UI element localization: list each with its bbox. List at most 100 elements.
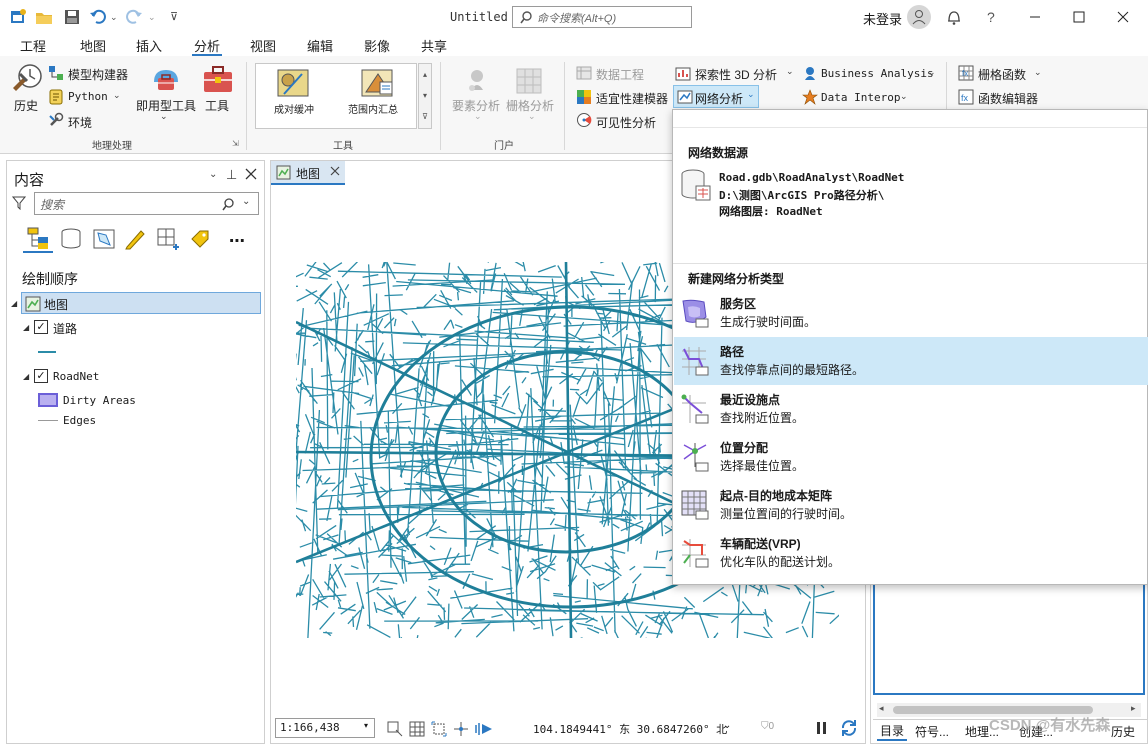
menu-item-closest-facility[interactable]: 最近设施点 查找附近位置。 (674, 385, 1148, 433)
open-project-icon[interactable] (34, 7, 54, 27)
undo-icon[interactable] (88, 7, 108, 27)
scrollbar-thumb[interactable] (893, 706, 1093, 714)
navigation-icon[interactable] (475, 721, 493, 737)
ready-tools-dropdown-icon[interactable]: ⌄ (160, 111, 168, 122)
list-by-snapping-icon[interactable] (156, 227, 180, 251)
pin-icon[interactable]: ⊥ (226, 167, 237, 183)
contents-search-input[interactable]: 搜索 ⌄ (34, 192, 259, 215)
history-button[interactable] (10, 62, 44, 94)
expand-layer-icon[interactable]: ◢ (23, 372, 29, 381)
suitability-modeler-button[interactable]: 适宜性建模器 (596, 90, 668, 107)
sign-in-status[interactable]: 未登录 (863, 9, 902, 28)
minimize-button[interactable] (1012, 0, 1058, 34)
pane-options-icon[interactable]: ⌄ (209, 169, 217, 180)
tab-imagery[interactable]: 影像 (364, 36, 390, 55)
exploratory-3d-dropdown-icon[interactable]: ⌄ (786, 66, 794, 77)
undo-dropdown-icon[interactable]: ⌄ (110, 12, 118, 23)
layer-visibility-checkbox[interactable]: ✓ (34, 369, 48, 383)
road-symbol[interactable] (38, 351, 56, 353)
tab-project[interactable]: 工程 (20, 36, 46, 55)
menu-item-vehicle-routing[interactable]: 车辆配送(VRP) 优化车队的配送计划。 (674, 529, 1148, 577)
filter-icon[interactable] (12, 196, 26, 210)
menu-item-location-allocation[interactable]: 位置分配 选择最佳位置。 (674, 433, 1148, 481)
refresh-icon[interactable] (839, 718, 859, 738)
tab-analysis[interactable]: 分析 (194, 36, 220, 55)
scroll-left-icon[interactable]: ◂ (879, 703, 884, 714)
function-editor-button[interactable]: 函数编辑器 (978, 90, 1038, 107)
redo-icon[interactable] (124, 7, 144, 27)
close-pane-icon[interactable] (245, 166, 257, 180)
geoprocessing-launcher-icon[interactable]: ⇲ (232, 139, 239, 148)
tab-edit[interactable]: 编辑 (307, 36, 333, 55)
data-engineering-button[interactable]: 数据工程 (596, 66, 644, 83)
raster-analysis-dropdown-icon[interactable]: ⌄ (528, 111, 536, 122)
extent-icon[interactable] (431, 721, 447, 737)
dirty-areas-symbol[interactable] (38, 393, 58, 407)
exploratory-3d-button[interactable]: 探索性 3D 分析 (695, 66, 777, 83)
network-analysis-button[interactable]: 网络分析 ⌄ (673, 85, 759, 108)
grid-icon[interactable] (409, 721, 425, 737)
new-project-icon[interactable] (8, 7, 28, 27)
scale-selector[interactable]: 1:166,438 ▾ (275, 718, 375, 738)
tab-view[interactable]: 视图 (250, 36, 276, 55)
business-analysis-button[interactable]: Business Analysis (821, 67, 934, 80)
source-path-gdb[interactable]: Road.gdb\RoadAnalyst\RoadNet (719, 171, 904, 184)
data-interop-dropdown-icon[interactable]: ⌄ (900, 91, 908, 102)
menu-item-service-area[interactable]: 服务区 生成行驶时间面。 (674, 289, 1148, 337)
close-tab-icon[interactable] (330, 166, 340, 176)
list-by-data-source-icon[interactable] (59, 227, 83, 251)
business-analysis-dropdown-icon[interactable]: ⌄ (928, 67, 936, 78)
tab-share[interactable]: 共享 (421, 36, 447, 55)
layer-visibility-checkbox[interactable]: ✓ (34, 320, 48, 334)
raster-functions-dropdown-icon[interactable]: ⌄ (1034, 67, 1042, 78)
scroll-right-icon[interactable]: ▸ (1131, 703, 1136, 714)
tab-catalog[interactable]: 目录 (877, 722, 908, 741)
python-button[interactable]: Python (68, 90, 108, 103)
customize-toolbar-icon[interactable]: ⊽ (170, 10, 178, 23)
visibility-analysis-button[interactable]: 可见性分析 (596, 114, 656, 131)
python-dropdown-icon[interactable]: ⌄ (113, 90, 121, 101)
tools-button[interactable]: 工具 (205, 97, 229, 114)
raster-functions-button[interactable]: 栅格函数 (978, 66, 1026, 83)
data-interop-button[interactable]: Data Interop (821, 91, 900, 104)
layer-name-roadnet[interactable]: RoadNet (53, 370, 99, 383)
layer-name-road[interactable]: 道路 (53, 320, 77, 337)
tab-history[interactable]: 历史 (1111, 723, 1135, 740)
model-builder-button[interactable]: 模型构建器 (68, 66, 128, 83)
list-by-editing-icon[interactable] (123, 227, 147, 251)
command-search-box[interactable]: 命令搜索(Alt+Q) (512, 6, 692, 28)
pairwise-buffer-tool[interactable]: 成对缓冲 (274, 101, 314, 116)
help-icon[interactable]: ? (987, 9, 995, 25)
edges-symbol[interactable] (38, 420, 58, 421)
summarize-within-tool[interactable]: 范围内汇总 (348, 101, 398, 116)
snapping-icon[interactable] (453, 721, 469, 737)
list-by-labeling-icon[interactable] (188, 227, 212, 251)
map-tree-item[interactable]: 地图 (21, 292, 261, 314)
feature-analysis-dropdown-icon[interactable]: ⌄ (474, 111, 482, 122)
menu-item-route[interactable]: 路径 查找停靠点间的最短路径。 (674, 337, 1148, 385)
source-path-folder[interactable]: D:\测图\ArcGIS Pro路径分析\ (719, 187, 884, 203)
user-avatar[interactable] (907, 5, 931, 29)
gallery-scroll[interactable]: ▴ ▾ ⊽ (418, 63, 432, 129)
tab-insert[interactable]: 插入 (136, 36, 162, 55)
redo-dropdown-icon[interactable]: ⌄ (148, 12, 156, 23)
menu-item-od-cost-matrix[interactable]: 起点-目的地成本矩阵 测量位置间的行驶时间。 (674, 481, 1148, 529)
maximize-button[interactable] (1056, 0, 1102, 34)
notifications-icon[interactable] (945, 8, 963, 26)
fixed-zoom-icon[interactable] (387, 721, 403, 737)
list-by-selection-icon[interactable] (92, 227, 116, 251)
expand-map-icon[interactable]: ◢ (11, 299, 17, 308)
map-view-tab[interactable]: 地图 (271, 161, 345, 185)
source-network-layer[interactable]: 网络图层: RoadNet (719, 203, 823, 219)
expand-layer-icon[interactable]: ◢ (23, 323, 29, 332)
coordinate-format-dropdown-icon[interactable]: ⌄ (723, 720, 731, 731)
save-project-icon[interactable] (62, 7, 82, 27)
list-by-drawing-order-icon[interactable] (26, 226, 50, 250)
pause-drawing-icon[interactable] (815, 720, 829, 736)
more-options-icon[interactable]: ⋯ (229, 231, 245, 251)
tab-map[interactable]: 地图 (80, 36, 106, 55)
selected-features-count[interactable]: ⛉0 (761, 721, 774, 732)
environments-button[interactable]: 环境 (68, 114, 92, 131)
close-window-button[interactable] (1100, 0, 1146, 34)
tab-symbology[interactable]: 符号... (915, 723, 949, 740)
